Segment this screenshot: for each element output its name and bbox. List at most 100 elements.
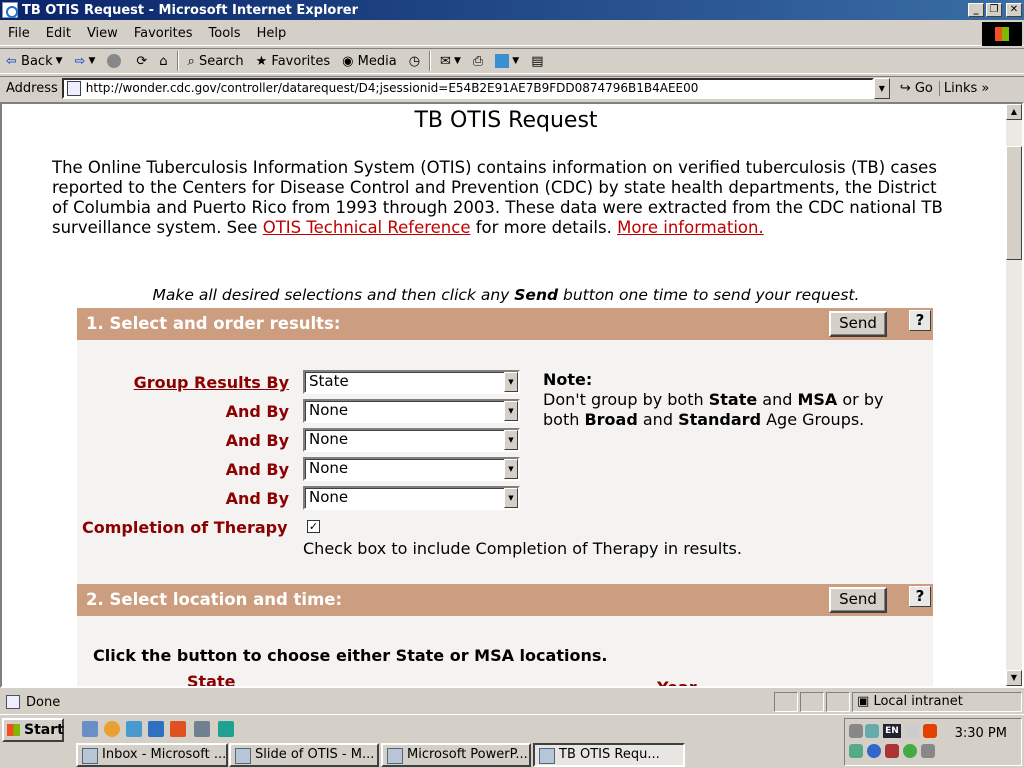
section2-send-button[interactable]: Send (829, 587, 887, 613)
browser-icon[interactable] (104, 721, 120, 737)
instructions-pre: Make all desired selections and then cli… (152, 286, 515, 304)
clock[interactable]: 3:30 PM (955, 726, 1007, 741)
browser-content: TB OTIS Request The Online Tuberculosis … (0, 102, 1024, 688)
volume-icon[interactable] (849, 724, 863, 738)
section1-title: 1. Select and order results: (86, 314, 341, 333)
network-icon[interactable] (865, 724, 879, 738)
chevron-down-icon[interactable]: ▼ (504, 459, 518, 479)
toolbar-separator (429, 51, 432, 71)
media-button[interactable]: ◉ Media (336, 49, 403, 73)
taskbar-item-inbox[interactable]: Inbox - Microsoft ... (76, 743, 228, 767)
mail-icon: ✉ (440, 53, 451, 69)
start-button[interactable]: Start (2, 718, 64, 742)
print-button[interactable]: ⎙ (467, 49, 489, 73)
status-bar: Done ▣ Local intranet (0, 690, 1024, 714)
chevron-down-icon[interactable]: ▼ (504, 488, 518, 508)
window-title: TB OTIS Request - Microsoft Internet Exp… (22, 2, 359, 18)
menu-tools[interactable]: Tools (201, 26, 249, 41)
office-icon[interactable] (170, 721, 186, 737)
minimize-button[interactable]: _ (968, 3, 984, 17)
print-icon: ⎙ (472, 53, 484, 69)
taskbar-item-tb-otis[interactable]: TB OTIS Requ... (533, 743, 685, 767)
group-by-select-5[interactable]: None ▼ (303, 486, 520, 510)
tray-app-icon[interactable] (903, 744, 917, 758)
forward-button[interactable]: ⇨ ▼ (69, 49, 102, 73)
instructions-post: button one time to send your request. (558, 286, 860, 304)
discuss-button[interactable]: ▤ (525, 49, 549, 73)
links-button[interactable]: Links » (938, 81, 994, 96)
group-by-select-2[interactable]: None ▼ (303, 399, 520, 423)
group-by-select-1[interactable]: State ▼ (303, 370, 520, 394)
close-button[interactable]: ✕ (1006, 3, 1022, 17)
tray-app-icon[interactable] (849, 744, 863, 758)
search-button[interactable]: ⌕ Search (182, 49, 250, 73)
scroll-down-button[interactable]: ▼ (1006, 670, 1022, 686)
otis-technical-reference-link[interactable]: OTIS Technical Reference (263, 218, 471, 237)
chevron-down-icon[interactable]: ▼ (56, 56, 63, 66)
chevron-down-icon[interactable]: ▼ (88, 56, 95, 66)
tray-app-icon[interactable] (885, 744, 899, 758)
go-button[interactable]: ↪ Go (890, 81, 939, 96)
scroll-thumb[interactable] (1006, 146, 1022, 260)
menu-favorites[interactable]: Favorites (126, 26, 201, 41)
menu-view[interactable]: View (79, 26, 126, 41)
media-label: Media (357, 53, 397, 69)
language-indicator[interactable]: EN (883, 724, 901, 738)
edit-icon (495, 54, 510, 68)
outlook-icon[interactable] (126, 721, 142, 737)
chevron-down-icon[interactable]: ▼ (504, 401, 518, 421)
hand-icon[interactable] (905, 724, 919, 738)
back-button[interactable]: ⇦ Back ▼ (0, 49, 69, 73)
section2-header: 2. Select location and time: Send ? (77, 584, 933, 616)
standard-toolbar: ⇦ Back ▼ ⇨ ▼ ⟳ ⌂ ⌕ Search ★ Favorites ◉ … (0, 48, 1024, 74)
menu-file[interactable]: File (0, 26, 38, 41)
show-desktop-icon[interactable] (82, 721, 98, 737)
refresh-button[interactable]: ⟳ (130, 49, 153, 73)
ie-tray-icon[interactable] (867, 744, 881, 758)
back-label: Back (21, 53, 53, 69)
completion-of-therapy-checkbox[interactable]: ✓ (307, 520, 320, 533)
chevron-down-icon[interactable]: ▼ (504, 430, 518, 450)
group-by-select-3[interactable]: None ▼ (303, 428, 520, 452)
menu-help[interactable]: Help (249, 26, 295, 41)
antivirus-icon[interactable] (923, 724, 937, 738)
note-bold: MSA (797, 390, 838, 409)
page-icon (66, 81, 81, 96)
favorites-button[interactable]: ★ Favorites (250, 49, 337, 73)
home-button[interactable]: ⌂ (153, 49, 173, 73)
group-by-select-4[interactable]: None ▼ (303, 457, 520, 481)
section1-help-button[interactable]: ? (909, 310, 931, 331)
section1-send-button[interactable]: Send (829, 311, 887, 337)
media-player-icon[interactable] (148, 721, 164, 737)
taskbar-item-slide[interactable]: Slide of OTIS - M... (229, 743, 379, 767)
menu-edit[interactable]: Edit (38, 26, 79, 41)
section2-help-button[interactable]: ? (909, 586, 931, 607)
address-input[interactable]: http://wonder.cdc.gov/controller/datareq… (61, 78, 874, 99)
note-bold: Standard (678, 410, 762, 429)
more-information-link[interactable]: More information. (617, 218, 764, 237)
restore-button[interactable]: ❐ (986, 3, 1002, 17)
vertical-scrollbar[interactable]: ▲ ▼ (1006, 104, 1022, 686)
edit-button[interactable]: ▼ (489, 49, 525, 73)
messenger-icon[interactable] (194, 721, 210, 737)
window-title-bar[interactable]: TB OTIS Request - Microsoft Internet Exp… (0, 0, 1024, 20)
location-instruction: Click the button to choose either State … (93, 646, 608, 665)
group-results-by-link[interactable]: Group Results By (134, 373, 289, 392)
mail-button[interactable]: ✉ ▼ (434, 49, 467, 73)
address-dropdown-button[interactable]: ▼ (873, 78, 890, 99)
taskbar-item-powerpoint[interactable]: Microsoft PowerP... (381, 743, 531, 767)
scroll-up-button[interactable]: ▲ (1006, 104, 1022, 120)
mail-tray-icon[interactable] (921, 744, 935, 758)
chevron-down-icon[interactable]: ▼ (512, 56, 519, 66)
favorites-label: Favorites (271, 53, 331, 69)
chevron-down-icon[interactable]: ▼ (504, 372, 518, 392)
status-label: Done (26, 694, 61, 710)
stop-button[interactable] (101, 49, 130, 73)
toolbar-separator (176, 51, 179, 71)
section1-header: 1. Select and order results: Send ? (77, 308, 933, 340)
app-icon[interactable] (218, 721, 234, 737)
chevron-down-icon[interactable]: ▼ (454, 56, 461, 66)
ie-icon (2, 2, 18, 18)
history-button[interactable]: ◷ (403, 49, 426, 73)
links-label: Links (943, 81, 978, 96)
